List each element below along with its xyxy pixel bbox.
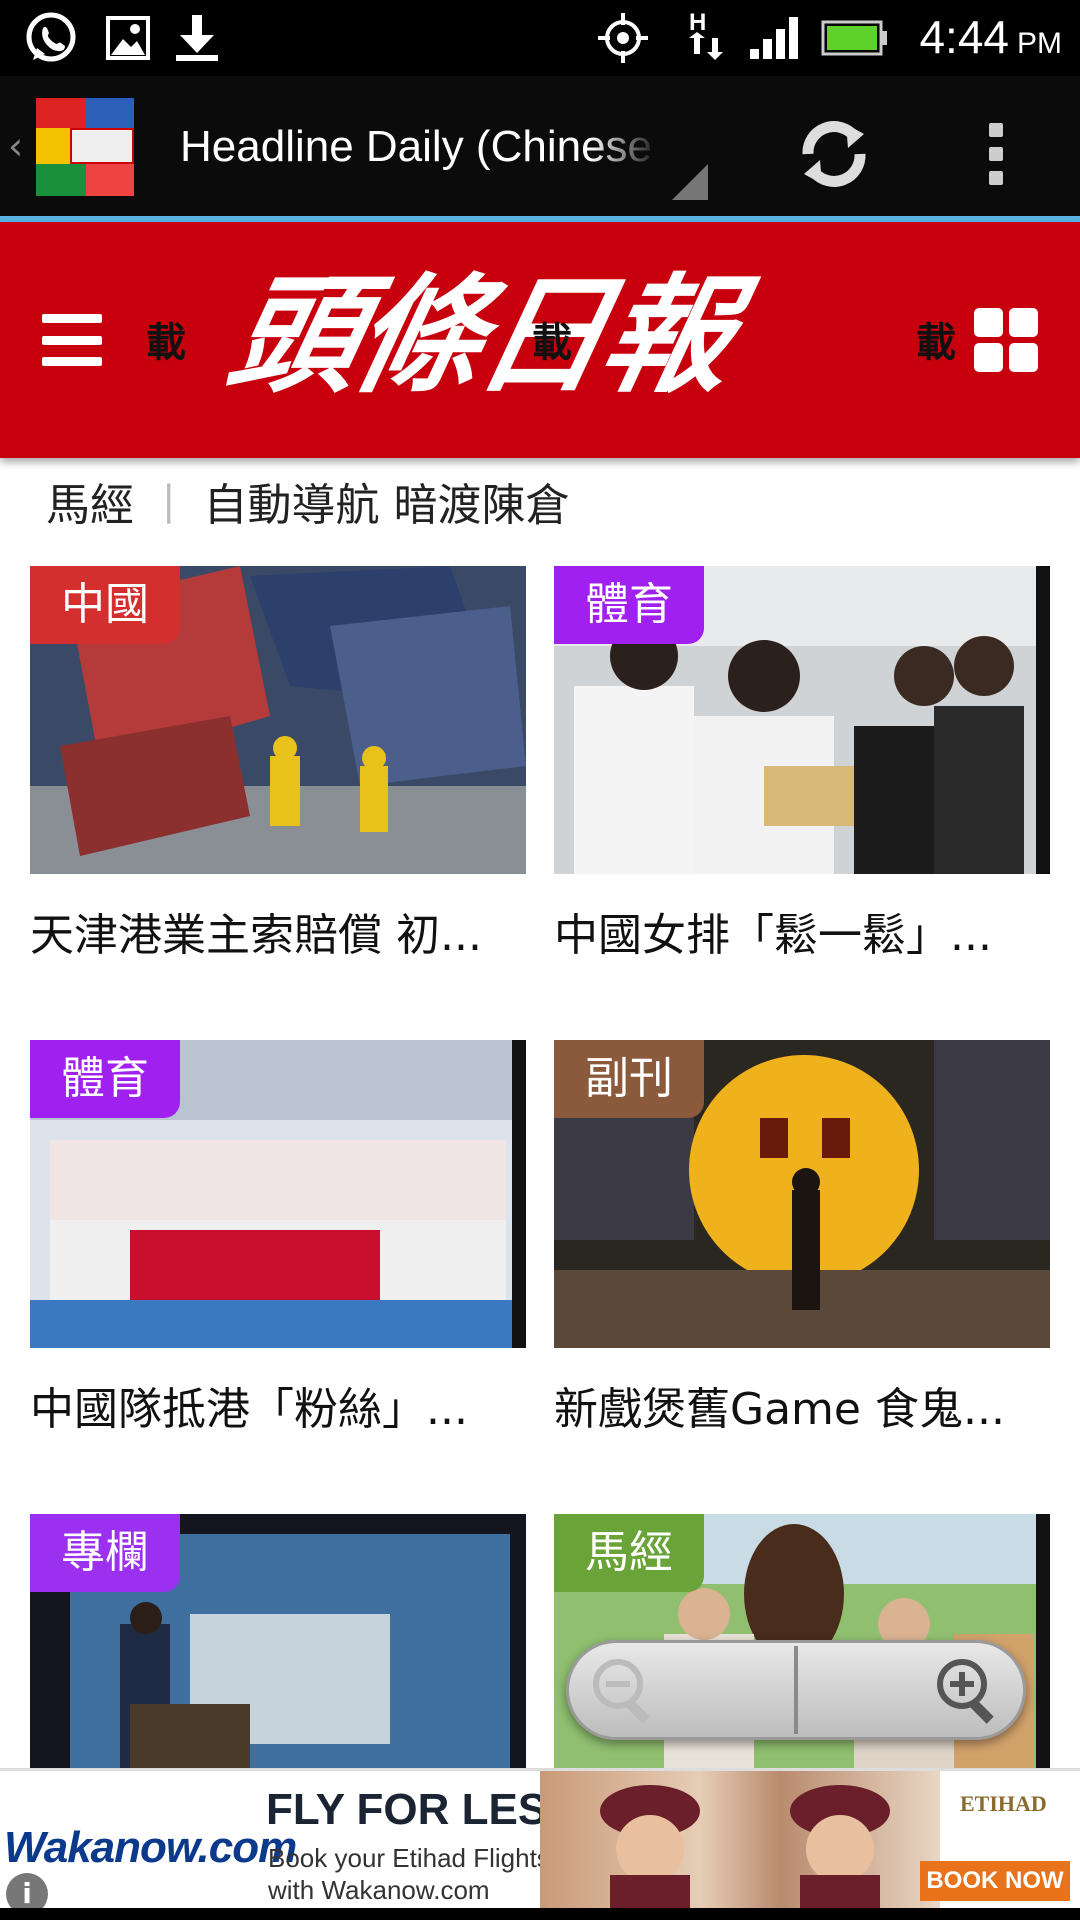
category-badge: 中國 (30, 566, 180, 644)
title-fade (590, 114, 660, 180)
ad-airline-logo: ETIHAD (960, 1791, 1047, 1816)
loading-placeholder: 載 (916, 320, 956, 366)
zoom-divider (794, 1646, 798, 1734)
ad-brand: Wakanow.com (4, 1823, 297, 1872)
battery-icon (820, 12, 890, 64)
book-now-button[interactable]: BOOK NOW (920, 1861, 1070, 1901)
image-icon (102, 12, 154, 64)
ticker-category: 馬經 (46, 480, 134, 531)
ticker-separator: | (162, 478, 176, 524)
app-action-bar: ‹ Headline Daily (Chinese (0, 76, 1080, 216)
app-title[interactable]: Headline Daily (Chinese (180, 114, 650, 180)
zoom-in-icon[interactable] (932, 1654, 1004, 1726)
article-caption: 中國女排「鬆一鬆」... (554, 910, 992, 961)
zoom-out-icon[interactable] (588, 1654, 660, 1726)
grid-view-icon[interactable] (974, 308, 1038, 372)
ticker-headline: 自動導航 暗渡陳倉 (203, 480, 570, 531)
spinner-dropdown-indicator[interactable] (672, 164, 708, 200)
signal-icon (746, 12, 806, 64)
bottom-strip (0, 1908, 1080, 1920)
ad-banner[interactable]: Wakanow.com FLY FOR LESS Book your Etiha… (0, 1768, 1080, 1908)
refresh-icon[interactable] (786, 106, 882, 202)
article-caption: 中國隊抵港「粉絲」... (30, 1384, 468, 1435)
article-card[interactable]: 體育 中國女排「鬆一鬆」... (554, 566, 1050, 986)
clock-ampm: PM (1017, 27, 1062, 60)
status-bar: H 4:44 PM (0, 0, 1080, 76)
site-header: 載 頭條日報 載 載 (0, 222, 1080, 458)
overflow-menu-icon[interactable] (966, 106, 1026, 202)
zoom-control (566, 1640, 1026, 1740)
ad-headline: FLY FOR LESS (266, 1785, 577, 1834)
category-badge: 專欄 (30, 1514, 180, 1592)
headline-ticker[interactable]: 馬經 | 自動導航 暗渡陳倉 (0, 466, 1080, 536)
article-caption: 天津港業主索賠償 初... (30, 910, 482, 961)
loading-placeholder: 載 (146, 320, 186, 366)
clock-time: 4:44 (919, 11, 1009, 63)
loading-placeholder: 載 (532, 320, 572, 366)
info-icon[interactable]: i (6, 1873, 48, 1908)
article-card[interactable]: 體育 中國隊抵港「粉絲」... (30, 1040, 526, 1460)
whatsapp-icon (20, 12, 82, 64)
article-card[interactable]: 專欄 (30, 1514, 526, 1768)
article-card[interactable]: 中國 天津港業主索賠償 初... (30, 566, 526, 986)
ad-subtext-line2: with Wakanow.com (268, 1875, 490, 1905)
back-chevron-icon[interactable]: ‹ (8, 126, 30, 166)
category-badge: 體育 (554, 566, 704, 644)
clock: 4:44 PM (919, 10, 1062, 66)
gps-icon (594, 12, 652, 64)
category-badge: 馬經 (554, 1514, 704, 1592)
svg-text:H: H (689, 9, 706, 36)
category-badge: 副刊 (554, 1040, 704, 1118)
hamburger-menu-icon[interactable] (42, 314, 102, 366)
app-icon[interactable] (36, 98, 134, 196)
article-card[interactable]: 副刊 新戲煲舊Game 食鬼... (554, 1040, 1050, 1460)
hspa-data-icon: H (680, 9, 728, 64)
article-caption: 新戲煲舊Game 食鬼... (554, 1384, 1005, 1435)
download-icon (170, 12, 224, 64)
ad-subtext-line1: Book your Etihad Flights (268, 1843, 550, 1873)
ad-photo (540, 1771, 940, 1908)
category-badge: 體育 (30, 1040, 180, 1118)
